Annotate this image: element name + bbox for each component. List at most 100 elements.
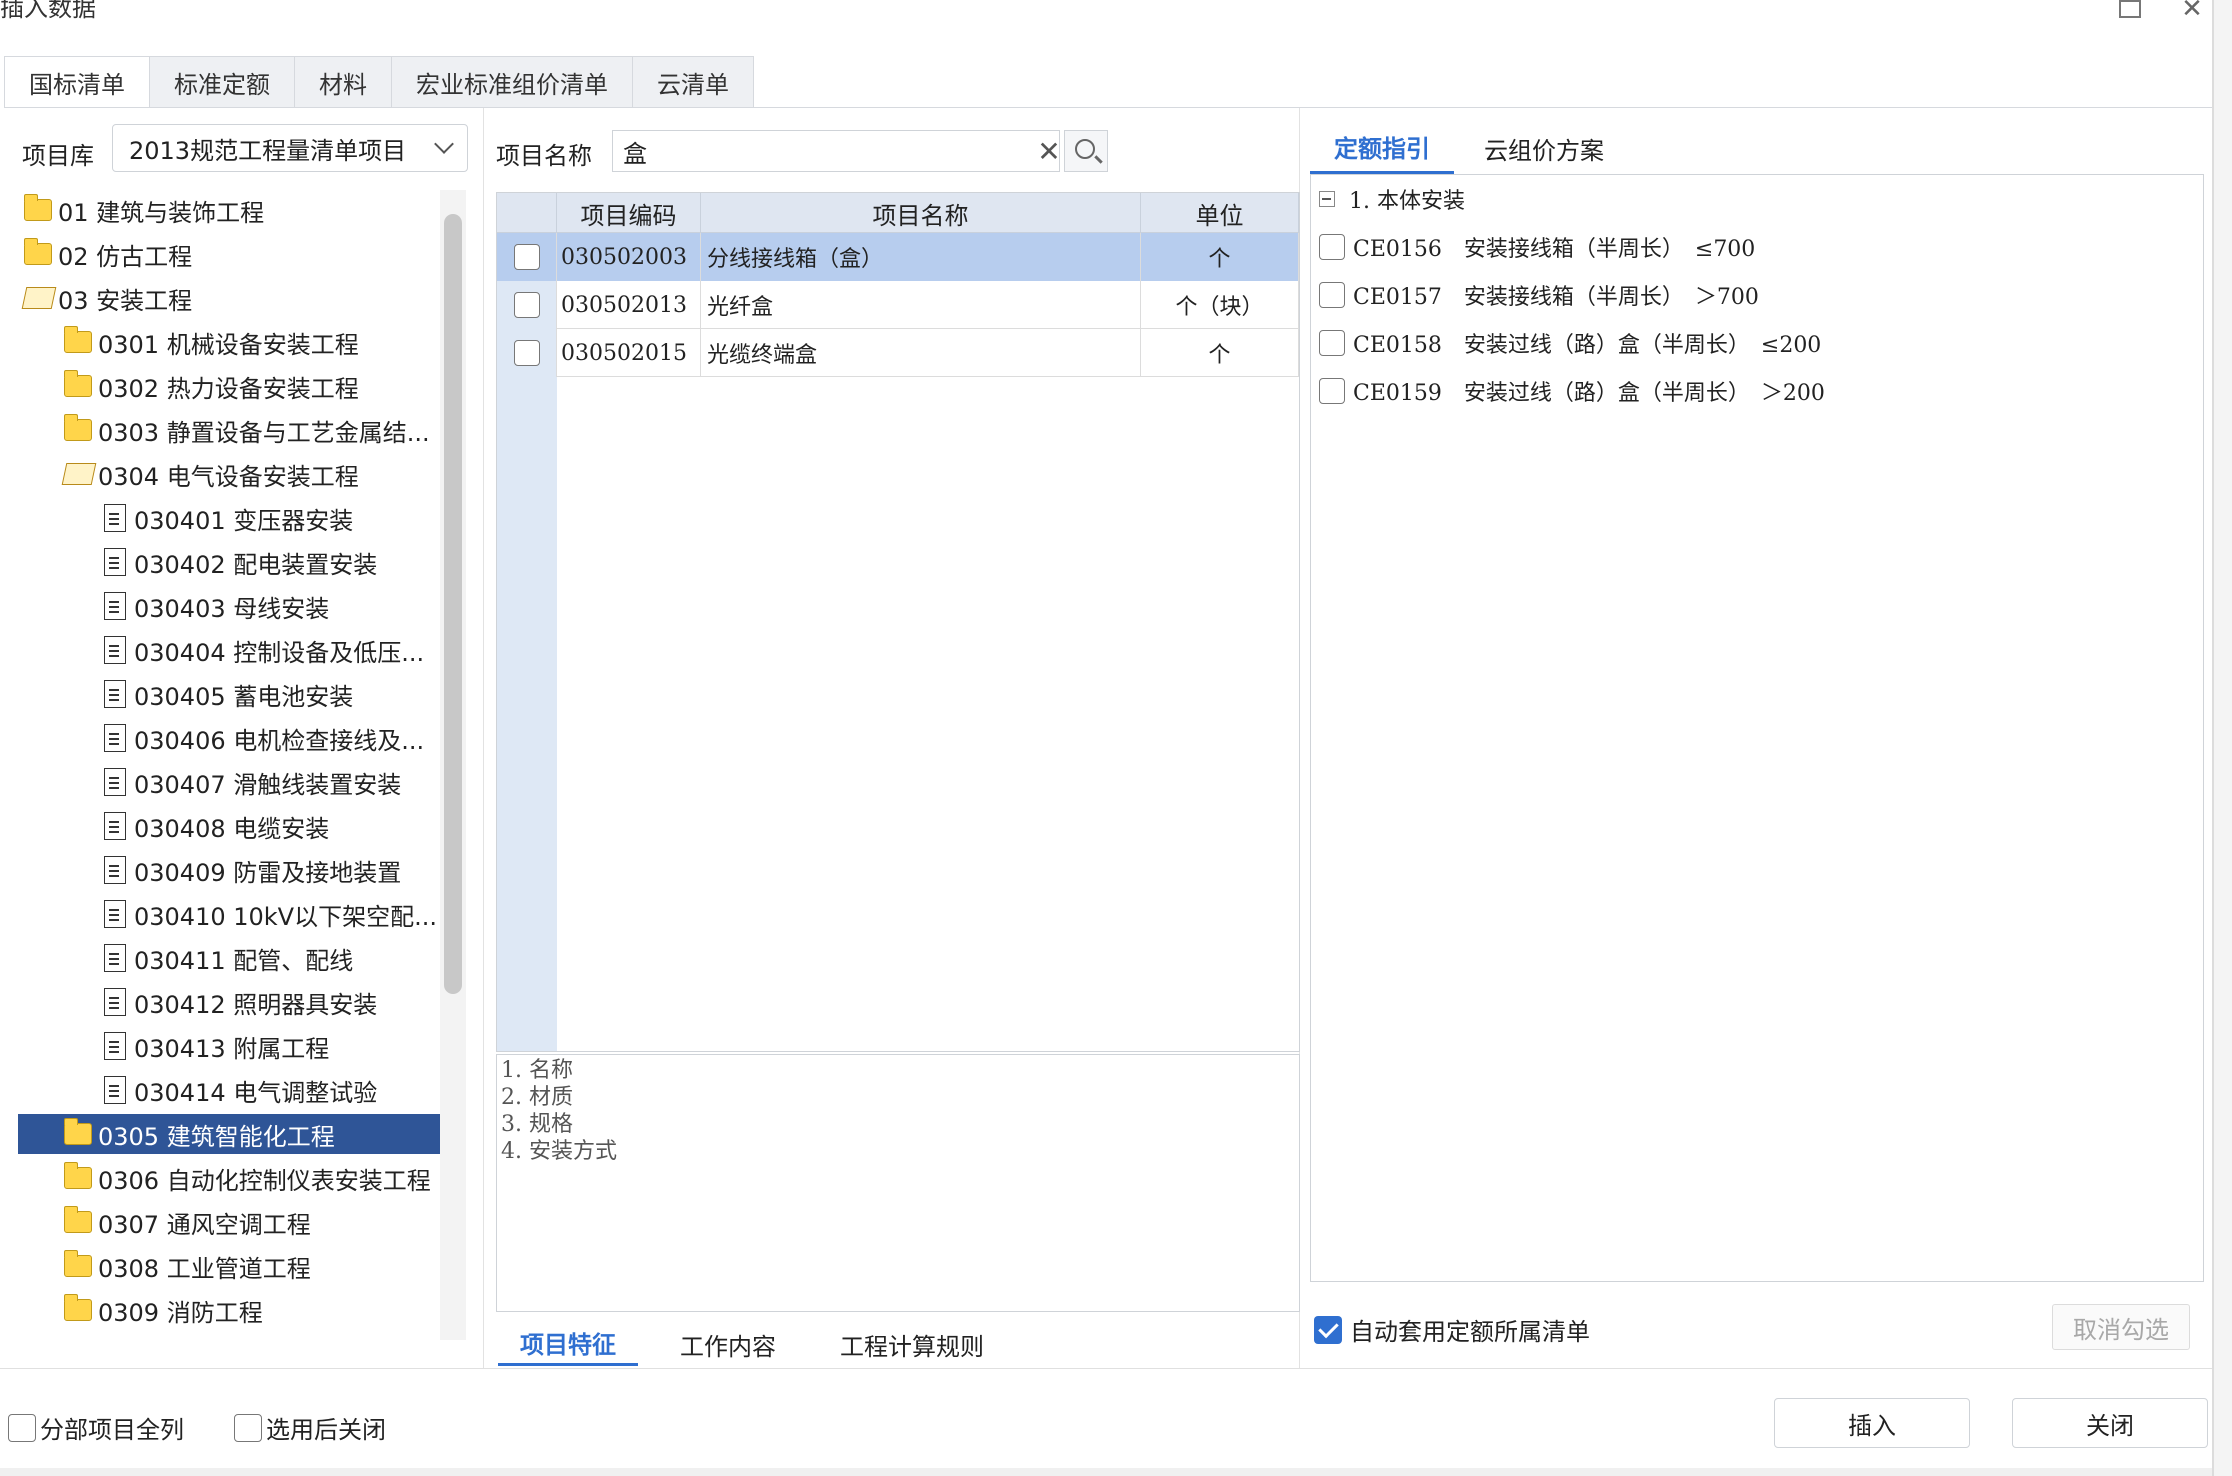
tab-calc-rules[interactable]: 工程计算规则 [818,1322,1006,1366]
tree-item-label: 030402 配电装置安装 [134,550,378,579]
quota-item-row[interactable]: CE0159 安装过线（路）盒（半周长） ＞200 [1319,371,1825,411]
feature-description[interactable]: 1. 名称 2. 材质 3. 规格 4. 安装方式 [496,1054,1300,1312]
tree-leaf-item[interactable]: 030404 控制设备及低压... [18,630,440,670]
document-icon [104,988,126,1016]
tree-folder-item[interactable]: 0304 电气设备安装工程 [18,454,440,494]
tree-folder-item[interactable]: 0308 工业管道工程 [18,1246,440,1286]
tree-folder-item[interactable]: 0306 自动化控制仪表安装工程 [18,1158,440,1198]
quota-item-row[interactable]: CE0157 安装接线箱（半周长） ＞700 [1319,275,1759,315]
main-tabs: 国标清单 标准定额 材料 宏业标准组价清单 云清单 [4,56,754,108]
tab-quota-guide[interactable]: 定额指引 [1310,122,1454,174]
row-checkbox[interactable] [513,244,540,270]
tree-leaf-item[interactable]: 030413 附属工程 [18,1026,440,1066]
folder-icon [64,370,92,397]
tree-leaf-item[interactable]: 030411 配管、配线 [18,938,440,978]
quota-group-row[interactable]: 1. 本体安装 [1319,179,1465,219]
feature-line: 4. 安装方式 [501,1139,617,1164]
header-name[interactable]: 项目名称 [701,193,1141,233]
quota-group-label: 1. 本体安装 [1349,189,1465,214]
library-tree: 01 建筑与装饰工程 02 仿古工程 03 安装工程 0301 机械设备安装工程 030… [18,190,440,1340]
tree-leaf-item[interactable]: 030407 滑触线装置安装 [18,762,440,802]
tab-cloud-pricing[interactable]: 云组价方案 [1460,122,1628,174]
tab-hongye-pricing-list[interactable]: 宏业标准组价清单 [392,56,633,108]
search-button[interactable] [1064,130,1108,172]
tab-work-content[interactable]: 工作内容 [658,1322,798,1366]
tree-item-label: 0307 通风空调工程 [98,1210,311,1239]
table-row[interactable]: 030502013 光纤盒 个（块） [497,281,1299,329]
tree-item-label: 0301 机械设备安装工程 [98,330,359,359]
tree-folder-item[interactable]: 01 建筑与装饰工程 [18,190,440,230]
tree-item-label: 0308 工业管道工程 [98,1254,311,1283]
tab-national-list[interactable]: 国标清单 [4,56,150,108]
insert-button[interactable]: 插入 [1774,1398,1970,1448]
tree-item-label: 0306 自动化控制仪表安装工程 [98,1166,431,1195]
tree-leaf-item[interactable]: 030402 配电装置安装 [18,542,440,582]
checkbox[interactable] [8,1413,36,1442]
folder-icon [64,1294,92,1321]
checkbox[interactable] [234,1413,262,1442]
tree-folder-item[interactable]: 0301 机械设备安装工程 [18,322,440,362]
auto-apply-checkbox[interactable]: 自动套用定额所属清单 [1314,1312,1590,1347]
folder-icon [64,414,92,441]
tree-leaf-item[interactable]: 030406 电机检查接线及... [18,718,440,758]
checkbox-checked-icon[interactable] [1314,1315,1342,1344]
close-after-select-checkbox[interactable]: 选用后关闭 [234,1410,386,1445]
search-input[interactable]: 盒 [612,130,1060,172]
header-code[interactable]: 项目编码 [557,193,701,233]
tree-leaf-item[interactable]: 030403 母线安装 [18,586,440,626]
quota-item-row[interactable]: CE0158 安装过线（路）盒（半周长） ≤200 [1319,323,1821,363]
tree-scrollbar[interactable] [440,190,466,1340]
library-select[interactable]: 2013规范工程量清单项目 [112,124,468,172]
cell-code: 030502015 [557,329,701,377]
tree-item-label: 03 安装工程 [58,286,193,315]
tree-item-label: 030410 10kV以下架空配... [134,902,437,931]
tree-folder-item[interactable]: 0305 建筑智能化工程 [18,1114,440,1154]
tree-folder-item[interactable]: 0303 静置设备与工艺金属结... [18,410,440,450]
header-unit[interactable]: 单位 [1141,193,1299,233]
quota-checkbox[interactable] [1319,282,1345,308]
tab-materials[interactable]: 材料 [295,56,392,108]
tab-item-features[interactable]: 项目特征 [498,1322,638,1366]
quota-checkbox[interactable] [1319,330,1345,356]
document-icon [104,856,126,884]
collapse-icon[interactable] [1319,191,1335,207]
cancel-selection-button[interactable]: 取消勾选 [2052,1304,2190,1350]
tree-leaf-item[interactable]: 030401 变压器安装 [18,498,440,538]
tree-leaf-item[interactable]: 030409 防雷及接地装置 [18,850,440,890]
row-checkbox[interactable] [513,292,540,318]
row-checkbox-cell [497,233,557,281]
tree-leaf-item[interactable]: 030412 照明器具安装 [18,982,440,1022]
tree-folder-item[interactable]: 02 仿古工程 [18,234,440,274]
tree-item-label: 0302 热力设备安装工程 [98,374,359,403]
tree-folder-item[interactable]: 0309 消防工程 [18,1290,440,1330]
quota-checkbox[interactable] [1319,234,1345,260]
feature-line: 3. 规格 [501,1112,573,1137]
tree-folder-item[interactable]: 0302 热力设备安装工程 [18,366,440,406]
row-checkbox[interactable] [513,340,540,366]
tree-folder-item[interactable]: 03 安装工程 [18,278,440,318]
clear-search-icon[interactable]: ✕ [1034,135,1064,168]
tab-standard-quota[interactable]: 标准定额 [150,56,295,108]
quota-item-row[interactable]: CE0156 安装接线箱（半周长） ≤700 [1319,227,1755,267]
quota-checkbox[interactable] [1319,378,1345,404]
maximize-button[interactable] [2110,0,2150,24]
tree-item-label: 01 建筑与装饰工程 [58,198,265,227]
close-window-button[interactable]: ✕ [2172,0,2212,24]
tab-cloud-list[interactable]: 云清单 [633,56,754,108]
close-icon: ✕ [2181,0,2203,24]
tree-item-label: 030411 配管、配线 [134,946,354,975]
tree-folder-item[interactable]: 0307 通风空调工程 [18,1202,440,1242]
expand-all-checkbox[interactable]: 分部项目全列 [8,1410,184,1445]
table-row[interactable]: 030502003 分线接线箱（盒） 个 [497,233,1299,281]
tree-leaf-item[interactable]: 030405 蓄电池安装 [18,674,440,714]
cell-unit: 个（块） [1141,281,1299,329]
close-button[interactable]: 关闭 [2012,1398,2208,1448]
document-icon [104,1032,126,1060]
tree-leaf-item[interactable]: 030410 10kV以下架空配... [18,894,440,934]
tree-leaf-item[interactable]: 030414 电气调整试验 [18,1070,440,1110]
tree-leaf-item[interactable]: 030408 电缆安装 [18,806,440,846]
tree-item-label: 030401 变压器安装 [134,506,354,535]
table-row[interactable]: 030502015 光缆终端盒 个 [497,329,1299,377]
grid-header: 项目编码 项目名称 单位 [497,193,1299,233]
tree-scrollbar-thumb[interactable] [444,214,462,994]
